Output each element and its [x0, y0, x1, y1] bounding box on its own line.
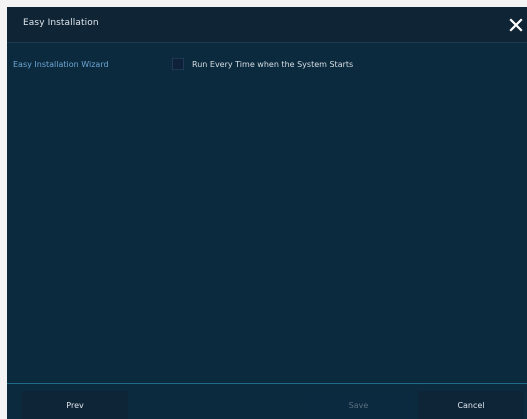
save-button[interactable]: Save [305, 391, 412, 419]
dialog-content: Easy Installation Wizard Run Every Time … [7, 43, 527, 383]
dialog-footer: Prev Save Cancel [7, 384, 527, 419]
close-icon [509, 18, 523, 32]
run-every-time-checkbox[interactable] [172, 58, 184, 70]
screen: Easy Installation Easy Installation Wiza… [0, 0, 527, 419]
easy-installation-dialog: Easy Installation Easy Installation Wiza… [7, 7, 527, 419]
close-button[interactable] [507, 17, 527, 35]
wizard-label: Easy Installation Wizard [13, 60, 109, 69]
dialog-titlebar: Easy Installation [7, 7, 527, 43]
dialog-title: Easy Installation [23, 18, 99, 28]
run-every-time-option[interactable]: Run Every Time when the System Starts [172, 57, 353, 71]
prev-button[interactable]: Prev [22, 391, 128, 419]
run-every-time-label: Run Every Time when the System Starts [192, 59, 354, 69]
cancel-button[interactable]: Cancel [418, 391, 524, 419]
